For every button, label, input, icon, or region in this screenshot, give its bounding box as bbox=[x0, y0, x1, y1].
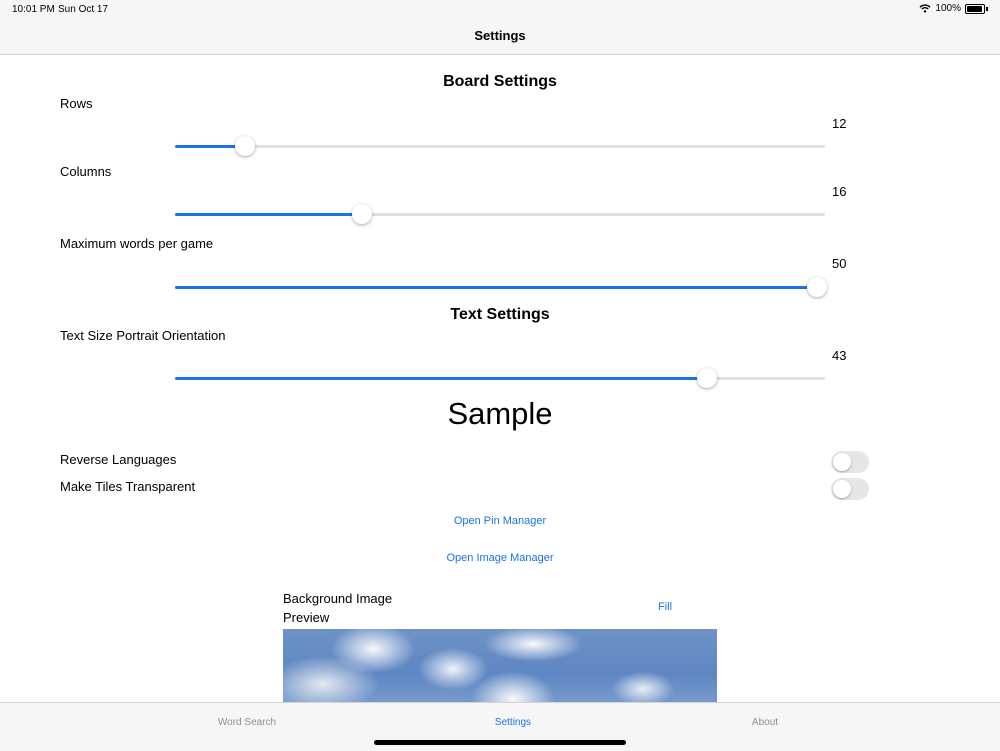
text-size-slider-thumb[interactable] bbox=[697, 368, 717, 388]
max-words-slider[interactable] bbox=[175, 277, 827, 297]
battery-tip bbox=[986, 6, 988, 11]
columns-label: Columns bbox=[60, 164, 112, 179]
max-words-slider-thumb[interactable] bbox=[807, 277, 827, 297]
battery-icon bbox=[965, 3, 985, 14]
nav-title: Settings bbox=[474, 28, 526, 43]
columns-slider[interactable] bbox=[175, 204, 825, 224]
toggle-knob bbox=[833, 453, 851, 471]
columns-slider-thumb[interactable] bbox=[352, 204, 372, 224]
tab-about[interactable]: About bbox=[705, 717, 825, 728]
status-time: 10:01 PM bbox=[12, 4, 55, 15]
rows-label: Rows bbox=[60, 96, 93, 111]
status-date: Sun Oct 17 bbox=[58, 4, 109, 15]
background-image-label: Background Image bbox=[283, 591, 393, 606]
max-words-label: Maximum words per game bbox=[60, 236, 214, 251]
transparent-tiles-label: Make Tiles Transparent bbox=[60, 479, 196, 494]
text-size-label: Text Size Portrait Orientation bbox=[60, 328, 226, 343]
wifi-icon bbox=[919, 4, 931, 13]
status-indicators: 100% bbox=[919, 3, 988, 14]
transparent-tiles-toggle[interactable] bbox=[831, 478, 869, 500]
max-words-slider-fill bbox=[175, 286, 817, 289]
sample-text: Sample bbox=[447, 396, 553, 431]
text-settings-title: Text Settings bbox=[450, 306, 550, 323]
open-pin-manager-link[interactable]: Open Pin Manager bbox=[0, 515, 1000, 527]
home-indicator bbox=[374, 740, 626, 745]
text-size-value: 43 bbox=[832, 348, 847, 363]
tab-settings[interactable]: Settings bbox=[453, 717, 573, 728]
rows-slider[interactable] bbox=[175, 136, 825, 156]
columns-slider-fill bbox=[175, 213, 362, 216]
fill-button[interactable]: Fill bbox=[658, 601, 672, 613]
battery-percent: 100% bbox=[935, 3, 961, 14]
open-pin-manager-label[interactable]: Open Pin Manager bbox=[454, 515, 546, 527]
rows-slider-thumb[interactable] bbox=[235, 136, 255, 156]
open-image-manager-link[interactable]: Open Image Manager bbox=[0, 552, 1000, 564]
columns-value: 16 bbox=[832, 184, 847, 199]
toggle-knob bbox=[833, 480, 851, 498]
preview-label: Preview bbox=[283, 610, 330, 625]
background-preview-image bbox=[283, 629, 717, 702]
rows-value: 12 bbox=[832, 116, 847, 131]
text-size-slider[interactable] bbox=[175, 368, 825, 388]
board-settings-title: Board Settings bbox=[443, 73, 557, 90]
reverse-languages-label: Reverse Languages bbox=[60, 452, 177, 467]
max-words-value: 50 bbox=[832, 256, 847, 271]
reverse-languages-toggle[interactable] bbox=[831, 451, 869, 473]
tab-word-search[interactable]: Word Search bbox=[187, 717, 307, 728]
text-size-slider-fill bbox=[175, 377, 707, 380]
status-bar: 10:01 PM Sun Oct 17 100% bbox=[0, 0, 1000, 18]
open-image-manager-label[interactable]: Open Image Manager bbox=[446, 552, 553, 564]
nav-bar: Settings bbox=[0, 18, 1000, 55]
